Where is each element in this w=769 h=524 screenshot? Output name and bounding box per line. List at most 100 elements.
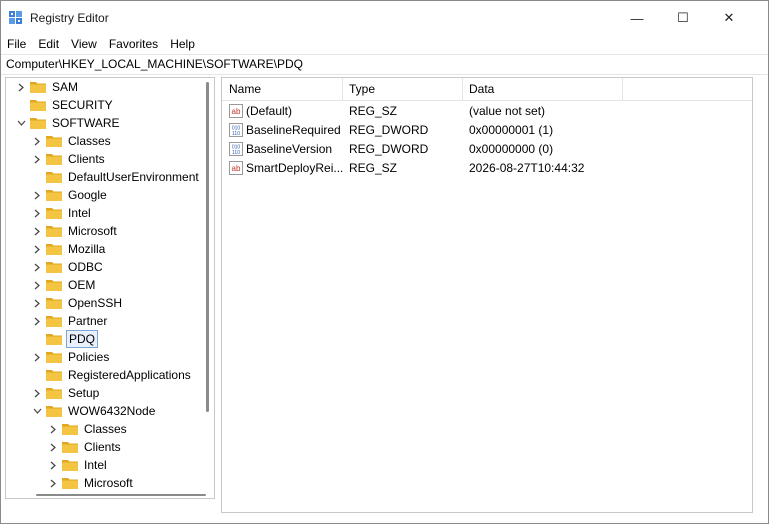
chevron-right-icon[interactable] [48,420,58,438]
chevron-right-icon[interactable] [48,438,58,456]
tree-item-pdq[interactable]: PDQ [32,330,99,348]
tree-item-defaultuserenvironment[interactable]: DefaultUserEnvironment [32,168,201,186]
registry-tree-pane[interactable]: SAM SECURITY SOFTWARE Classes Clients Default… [5,77,215,499]
tree-item-intel[interactable]: Intel [48,456,109,474]
column-divider[interactable] [342,78,343,100]
maximize-button[interactable]: ☐ [660,1,706,35]
value-row[interactable]: 010 110 BaselineRequired REG_DWORD 0x0000000… [222,121,752,139]
tree-vertical-scrollbar[interactable] [206,82,209,412]
chevron-right-icon[interactable] [32,222,42,240]
tree-item-label: DefaultUserEnvironment [68,170,199,184]
string-value-icon: ab [229,161,243,175]
tree-item-setup[interactable]: Setup [32,384,101,402]
column-header-type[interactable]: Type [349,82,375,96]
column-divider[interactable] [622,78,623,100]
tree-item-partner[interactable]: Partner [32,312,109,330]
value-name: BaselineVersion [246,142,333,156]
tree-item-google[interactable]: Google [32,186,109,204]
tree-item-label: Setup [68,386,100,400]
close-icon: ✕ [723,10,735,25]
tree-item-wow6432node[interactable]: WOW6432Node [32,402,157,420]
tree-item-microsoft[interactable]: Microsoft [32,222,119,240]
tree-item-mozilla[interactable]: Mozilla [32,240,107,258]
menu-file[interactable]: File [1,35,32,53]
chevron-down-icon[interactable] [16,114,26,132]
menu-favorites[interactable]: Favorites [103,35,164,53]
tree-item-label: WOW6432Node [68,404,156,418]
menu-bar: File Edit View Favorites Help [1,35,768,53]
tree-item-software[interactable]: SOFTWARE [16,114,122,132]
chevron-right-icon[interactable] [16,78,26,96]
value-row[interactable]: ab (Default) REG_SZ (value not set) [222,102,752,120]
tree-item-clients[interactable]: Clients [48,438,123,456]
tree-horizontal-scrollbar[interactable] [36,494,206,496]
address-bar[interactable]: Computer\HKEY_LOCAL_MACHINE\SOFTWARE\PDQ [1,54,768,75]
svg-text:ab: ab [232,107,241,116]
tree-item-security[interactable]: SECURITY [16,96,115,114]
chevron-right-icon[interactable] [32,258,42,276]
value-row[interactable]: 010 110 BaselineVersion REG_DWORD 0x00000000… [222,140,752,158]
chevron-right-icon[interactable] [32,132,42,150]
chevron-right-icon[interactable] [32,240,42,258]
tree-item-label: Intel [68,206,91,220]
tree-item-label: SOFTWARE [52,116,120,130]
column-header-data[interactable]: Data [469,82,494,96]
close-button[interactable]: ✕ [706,1,752,35]
folder-icon [46,388,62,399]
folder-icon [30,118,46,129]
tree-item-label: Mozilla [68,242,106,256]
value-data: 0x00000001 (1) [469,123,554,137]
tree-item-sam[interactable]: SAM [16,78,80,96]
tree-item-openssh[interactable]: OpenSSH [32,294,124,312]
chevron-right-icon[interactable] [48,456,58,474]
registry-values-pane[interactable]: Name Type Data ab (Default) REG_SZ (value n… [221,77,753,513]
menu-help[interactable]: Help [164,35,201,53]
value-row[interactable]: ab SmartDeployRei... REG_SZ 2026-08-27T10:4… [222,159,752,177]
chevron-right-icon[interactable] [32,204,42,222]
tree-item-policies[interactable]: Policies [32,348,111,366]
chevron-right-icon[interactable] [32,348,42,366]
title-bar[interactable]: Registry Editor — ☐ ✕ [1,1,768,35]
chevron-right-icon[interactable] [32,312,42,330]
tree-item-odbc[interactable]: ODBC [32,258,105,276]
tree-item-classes[interactable]: Classes [32,132,113,150]
chevron-down-icon[interactable] [32,402,42,420]
tree-item-label: Classes [68,134,111,148]
tree-item-intel[interactable]: Intel [32,204,93,222]
chevron-right-icon[interactable] [48,474,58,492]
tree-item-oem[interactable]: OEM [32,276,97,294]
folder-icon [46,316,62,327]
tree-item-classes[interactable]: Classes [48,420,129,438]
tree-item-microsoft[interactable]: Microsoft [48,474,135,492]
tree-item-label: Microsoft [68,224,117,238]
column-header-name[interactable]: Name [229,82,261,96]
minimize-button[interactable]: — [614,1,660,35]
tree-item-registeredapplications[interactable]: RegisteredApplications [32,366,193,384]
folder-icon [46,262,62,273]
no-chevron-spacer [32,168,42,186]
value-type: REG_SZ [349,104,398,118]
chevron-right-icon[interactable] [32,150,42,168]
address-path[interactable]: Computer\HKEY_LOCAL_MACHINE\SOFTWARE\PDQ [6,57,303,71]
column-divider[interactable] [462,78,463,100]
chevron-right-icon[interactable] [32,384,42,402]
tree-item-label: Intel [84,458,107,472]
menu-edit[interactable]: Edit [32,35,65,53]
folder-icon [62,460,78,471]
tree-item-clients[interactable]: Clients [32,150,107,168]
value-name: SmartDeployRei... [246,161,344,175]
tree-item-label: Google [68,188,107,202]
chevron-right-icon[interactable] [32,276,42,294]
tree-item-label: SECURITY [52,98,113,112]
folder-icon [62,442,78,453]
chevron-right-icon[interactable] [32,186,42,204]
value-type: REG_DWORD [349,123,429,137]
menu-view[interactable]: View [65,35,103,53]
tree-item-label: RegisteredApplications [68,368,191,382]
tree-item-label: SAM [52,80,79,94]
maximize-icon: ☐ [677,10,689,25]
folder-icon [46,226,62,237]
svg-text:ab: ab [232,164,241,173]
chevron-right-icon[interactable] [32,294,42,312]
no-chevron-spacer [32,366,42,384]
